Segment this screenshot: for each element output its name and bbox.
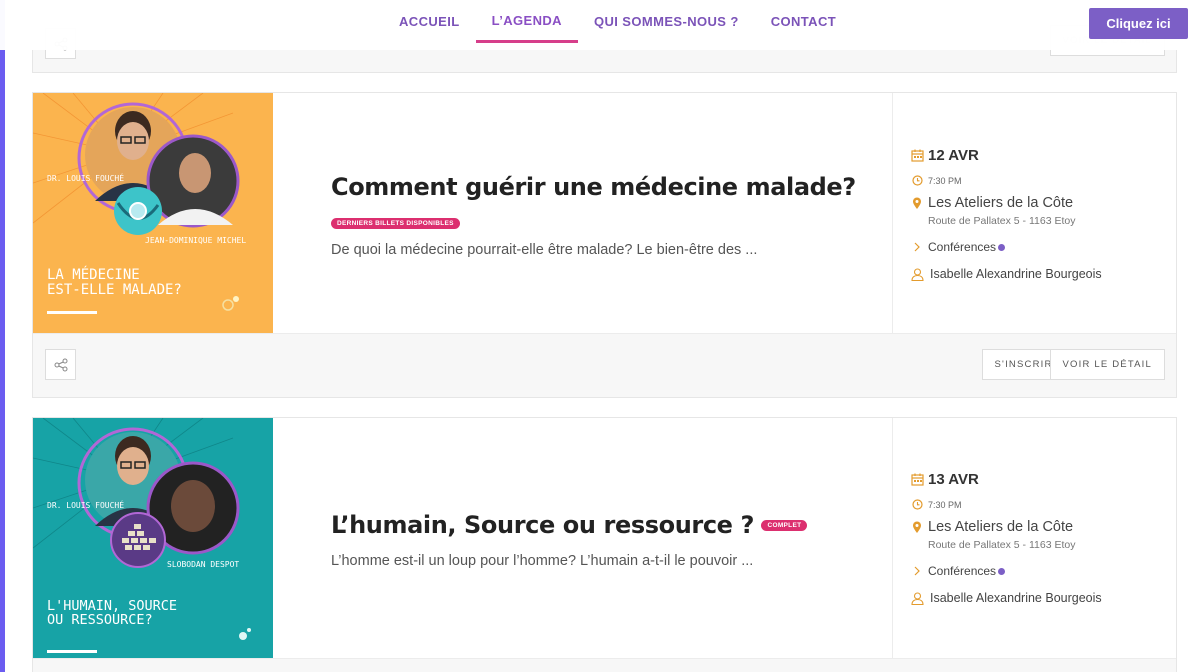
user-icon bbox=[909, 267, 925, 281]
poster-image: DR. LOUIS FOUCHÉ SLOBODAN DESPOT L'HUMAI… bbox=[33, 418, 273, 658]
user-icon bbox=[909, 591, 925, 605]
event-organizer[interactable]: Isabelle Alexandrine Bourgeois bbox=[930, 267, 1102, 281]
category-dot bbox=[998, 243, 1006, 251]
availability-badge: COMPLET bbox=[761, 520, 808, 532]
share-button[interactable] bbox=[45, 349, 76, 380]
event-time: 7:30 PM bbox=[928, 175, 962, 186]
location-pin-icon bbox=[909, 197, 925, 210]
category-dot bbox=[998, 567, 1006, 575]
nav-contact[interactable]: CONTACT bbox=[755, 0, 852, 43]
left-accent-strip bbox=[0, 0, 5, 672]
calendar-icon bbox=[909, 149, 925, 162]
location-pin-icon bbox=[909, 521, 925, 534]
event-category[interactable]: Conférences bbox=[928, 564, 996, 578]
event-address: Route de Pallatex 5 - 1163 Etoy bbox=[928, 539, 1076, 551]
share-icon bbox=[54, 358, 67, 371]
event-meta: 12 AVR 7:30 PM Les Ateliers de la Côte R… bbox=[892, 93, 1177, 333]
poster-image: DR. LOUIS FOUCHÉ JEAN-DOMINIQUE MICHEL L… bbox=[33, 93, 273, 333]
cta-button[interactable]: Cliquez ici bbox=[1089, 8, 1188, 39]
event-content: Comment guérir une médecine malade? DERN… bbox=[273, 93, 892, 333]
svg-text:JEAN-DOMINIQUE MICHEL: JEAN-DOMINIQUE MICHEL bbox=[145, 236, 246, 245]
svg-text:LA MÉDECINE: LA MÉDECINE bbox=[47, 266, 140, 283]
top-header: ACCUEIL L’AGENDA QUI SOMMES-NOUS ? CONTA… bbox=[0, 0, 1200, 50]
detail-button[interactable]: VOIR LE DÉTAIL bbox=[1049, 349, 1165, 380]
chevron-right-icon bbox=[909, 566, 925, 576]
event-excerpt: De quoi la médecine pourrait-elle être m… bbox=[331, 242, 758, 258]
svg-text:EST-ELLE MALADE?: EST-ELLE MALADE? bbox=[47, 282, 182, 298]
event-title[interactable]: Comment guérir une médecine malade? bbox=[331, 173, 856, 201]
event-excerpt: L’homme est-il un loup pour l’homme? L’h… bbox=[331, 553, 754, 569]
event-poster[interactable]: DR. LOUIS FOUCHÉ SLOBODAN DESPOT L'HUMAI… bbox=[33, 418, 273, 658]
svg-text:DR. LOUIS FOUCHÉ: DR. LOUIS FOUCHÉ bbox=[47, 172, 124, 183]
event-date: 12 AVR bbox=[928, 147, 979, 164]
event-card: DR. LOUIS FOUCHÉ SLOBODAN DESPOT L'HUMAI… bbox=[32, 417, 1177, 672]
event-organizer[interactable]: Isabelle Alexandrine Bourgeois bbox=[930, 591, 1102, 605]
event-card: DR. LOUIS FOUCHÉ JEAN-DOMINIQUE MICHEL L… bbox=[32, 92, 1177, 398]
event-category[interactable]: Conférences bbox=[928, 240, 996, 254]
nav-qui-sommes-nous[interactable]: QUI SOMMES-NOUS ? bbox=[578, 0, 755, 43]
event-address: Route de Pallatex 5 - 1163 Etoy bbox=[928, 215, 1076, 227]
event-card-footer bbox=[33, 658, 1176, 672]
clock-icon bbox=[909, 175, 925, 186]
main-nav: ACCUEIL L’AGENDA QUI SOMMES-NOUS ? CONTA… bbox=[383, 0, 852, 50]
nav-accueil[interactable]: ACCUEIL bbox=[383, 0, 476, 43]
svg-text:DR. LOUIS FOUCHÉ: DR. LOUIS FOUCHÉ bbox=[47, 499, 124, 510]
availability-badge: DERNIERS BILLETS DISPONIBLES bbox=[331, 218, 460, 230]
event-content: L’humain, Source ou ressource ? COMPLET … bbox=[273, 418, 892, 658]
event-venue[interactable]: Les Ateliers de la Côte bbox=[928, 195, 1073, 211]
svg-text:OU RESSOURCE?: OU RESSOURCE? bbox=[47, 612, 153, 628]
svg-text:SLOBODAN DESPOT: SLOBODAN DESPOT bbox=[167, 560, 239, 569]
event-meta: 13 AVR 7:30 PM Les Ateliers de la Côte R… bbox=[892, 418, 1177, 658]
register-button[interactable]: S'INSCRIRE bbox=[981, 349, 1050, 380]
clock-icon bbox=[909, 499, 925, 510]
event-title[interactable]: L’humain, Source ou ressource ? bbox=[331, 511, 754, 539]
event-date: 13 AVR bbox=[928, 471, 979, 488]
event-venue[interactable]: Les Ateliers de la Côte bbox=[928, 519, 1073, 535]
event-poster[interactable]: DR. LOUIS FOUCHÉ JEAN-DOMINIQUE MICHEL L… bbox=[33, 93, 273, 333]
event-card-footer: S'INSCRIRE VOIR LE DÉTAIL bbox=[33, 333, 1176, 397]
event-time: 7:30 PM bbox=[928, 499, 962, 510]
nav-agenda[interactable]: L’AGENDA bbox=[475, 0, 578, 43]
chevron-right-icon bbox=[909, 242, 925, 252]
calendar-icon bbox=[909, 473, 925, 486]
